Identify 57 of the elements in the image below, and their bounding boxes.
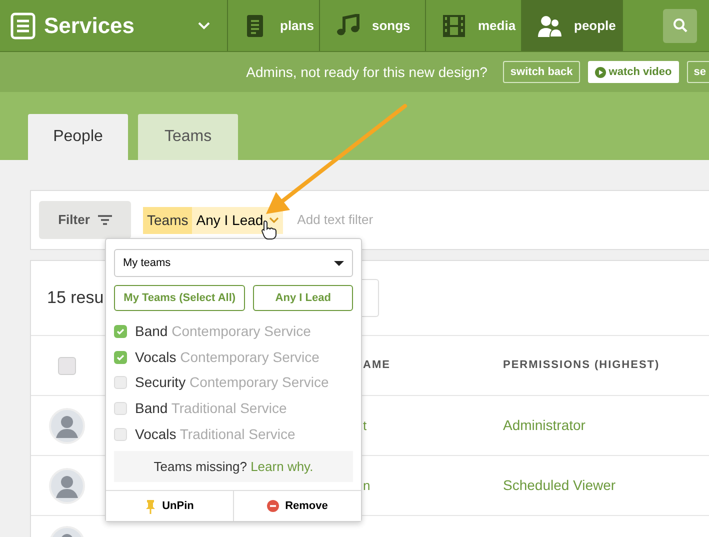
team-option[interactable]: Vocals Contemporary Service <box>114 344 353 370</box>
caret-icon <box>334 260 344 266</box>
team-select[interactable]: My teams <box>114 249 353 277</box>
search-button[interactable] <box>663 8 697 42</box>
checkbox[interactable] <box>114 325 127 338</box>
team-option[interactable]: Band Traditional Service <box>114 396 353 422</box>
permission-link[interactable]: Scheduled Viewer <box>503 475 616 496</box>
search-icon <box>672 18 688 33</box>
minus-circle-icon <box>267 500 280 512</box>
remove-button[interactable]: Remove <box>233 491 361 522</box>
nav-tab[interactable]: plans <box>228 0 320 51</box>
checkbox[interactable] <box>114 376 127 390</box>
pin-icon <box>145 498 156 514</box>
app-switcher[interactable]: Services <box>0 0 228 51</box>
column-header: PERMISSIONS (HIGHEST) <box>503 358 660 374</box>
banner-button[interactable]: switch back <box>503 60 580 84</box>
banner-button[interactable]: se <box>686 60 709 84</box>
quick-select-button[interactable]: Any I Lead <box>253 285 353 311</box>
chevron-down-icon <box>269 217 280 223</box>
banner-button[interactable]: watch video <box>588 60 679 84</box>
unpin-button[interactable]: UnPin <box>106 491 233 522</box>
permission-link[interactable]: Administrator <box>503 415 586 436</box>
learn-why-link[interactable]: Learn why. <box>250 458 314 474</box>
person-name[interactable]: n <box>363 476 503 496</box>
people-icon <box>538 14 562 38</box>
tab[interactable]: People <box>28 114 128 160</box>
play-icon <box>594 66 606 78</box>
filter-chip-label: Teams <box>143 206 192 234</box>
team-option[interactable]: Vocals Traditional Service <box>114 421 353 447</box>
chevron-down-icon <box>197 21 211 30</box>
checkbox[interactable] <box>114 402 127 416</box>
tab[interactable]: Teams <box>138 114 238 160</box>
checkbox[interactable] <box>114 350 127 364</box>
check-icon <box>116 352 125 362</box>
filter-button[interactable]: Filter <box>39 201 131 239</box>
results-count: 15 resu <box>47 287 104 310</box>
document-icon <box>10 12 36 40</box>
nav-tab[interactable]: media <box>426 0 522 51</box>
banner-text: Admins, not ready for this new design? <box>246 62 488 82</box>
filter-chip-value[interactable]: Any I Lead <box>192 206 284 234</box>
text-filter-field[interactable]: Add text filter <box>297 210 374 230</box>
nav-tab[interactable]: people <box>522 0 623 51</box>
person-name[interactable]: t <box>363 416 503 436</box>
film-icon <box>442 14 466 38</box>
avatar <box>49 468 85 504</box>
team-option[interactable]: Band Contemporary Service <box>114 319 353 345</box>
avatar <box>49 408 85 444</box>
music-note-icon <box>336 14 360 38</box>
team-option[interactable]: Security Contemporary Service <box>114 370 353 396</box>
select-all-checkbox[interactable] <box>58 356 76 374</box>
column-header: AME <box>363 358 392 374</box>
nav-tab[interactable]: songs <box>320 0 426 51</box>
filter-icon <box>98 215 112 225</box>
missing-text: Teams missing? <box>154 458 248 474</box>
checkbox[interactable] <box>114 428 127 441</box>
check-icon <box>116 327 125 336</box>
quick-select-button[interactable]: My Teams (Select All) <box>114 285 246 311</box>
